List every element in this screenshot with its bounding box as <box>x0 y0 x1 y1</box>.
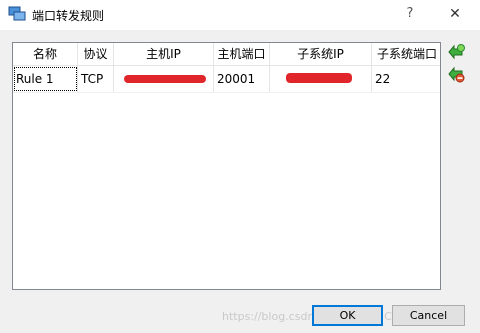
close-button[interactable]: ✕ <box>444 4 466 24</box>
column-header-host-port[interactable]: 主机端口 <box>214 43 270 65</box>
remove-rule-icon[interactable] <box>447 65 465 83</box>
cell-protocol[interactable]: TCP <box>78 66 114 92</box>
window-title: 端口转发规则 <box>32 9 105 23</box>
add-rule-icon[interactable] <box>447 43 465 61</box>
ok-button[interactable]: OK <box>312 305 383 326</box>
table-header: 名称 协议 主机IP 主机端口 子系统IP 子系统端口 <box>13 43 440 66</box>
app-icon <box>8 6 26 21</box>
title-bar: 端口转发规则 ? ✕ <box>0 0 480 30</box>
cell-host-port[interactable]: 20001 <box>214 66 270 92</box>
cell-guest-ip[interactable] <box>270 66 372 92</box>
cell-guest-port[interactable]: 22 <box>372 66 440 92</box>
host-ip-redaction <box>124 75 206 83</box>
rules-table[interactable]: 名称 协议 主机IP 主机端口 子系统IP 子系统端口 Rule 1 TCP 2… <box>12 42 441 290</box>
column-header-protocol[interactable]: 协议 <box>78 43 114 65</box>
cell-name[interactable]: Rule 1 <box>13 66 78 92</box>
guest-ip-redaction <box>286 73 352 83</box>
cancel-button[interactable]: Cancel <box>392 305 465 326</box>
column-header-guest-port[interactable]: 子系统端口 <box>372 43 440 65</box>
column-header-guest-ip[interactable]: 子系统IP <box>270 43 372 65</box>
help-button[interactable]: ? <box>400 4 420 24</box>
column-header-name[interactable]: 名称 <box>13 43 78 65</box>
column-header-host-ip[interactable]: 主机IP <box>114 43 214 65</box>
table-row[interactable]: Rule 1 TCP 20001 22 <box>13 66 440 93</box>
cell-host-ip[interactable] <box>114 66 214 92</box>
